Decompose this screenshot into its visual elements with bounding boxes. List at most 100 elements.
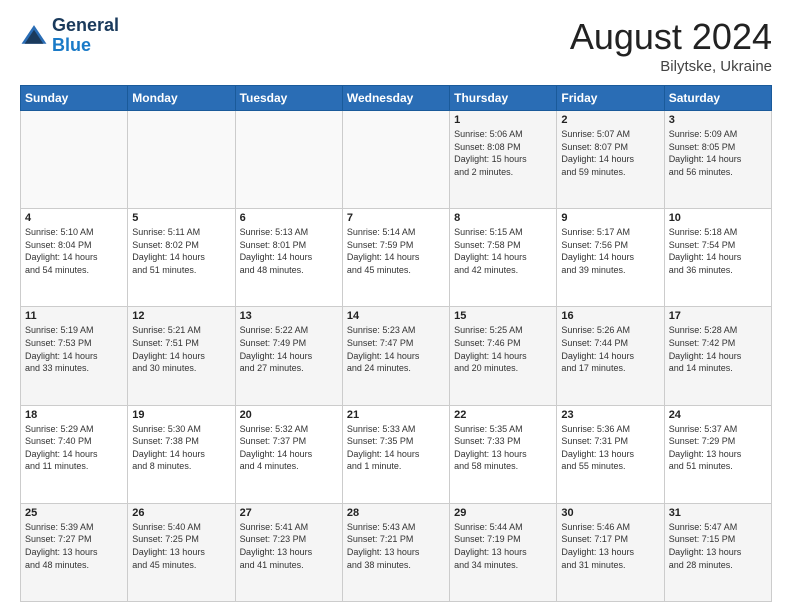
weekday-friday: Friday (557, 86, 664, 111)
day-info: Sunrise: 5:37 AMSunset: 7:29 PMDaylight:… (669, 423, 767, 473)
day-info: Sunrise: 5:09 AMSunset: 8:05 PMDaylight:… (669, 128, 767, 178)
day-info: Sunrise: 5:30 AMSunset: 7:38 PMDaylight:… (132, 423, 230, 473)
title-block: August 2024 Bilytske, Ukraine (570, 16, 772, 75)
day-number: 12 (132, 310, 230, 322)
day-cell: 2 Sunrise: 5:07 AMSunset: 8:07 PMDaylight… (557, 111, 664, 209)
day-number: 26 (132, 507, 230, 519)
day-info: Sunrise: 5:29 AMSunset: 7:40 PMDaylight:… (25, 423, 123, 473)
day-info: Sunrise: 5:19 AMSunset: 7:53 PMDaylight:… (25, 324, 123, 374)
day-number: 6 (240, 212, 338, 224)
logo-text: General Blue (52, 16, 119, 56)
weekday-saturday: Saturday (664, 86, 771, 111)
day-info: Sunrise: 5:41 AMSunset: 7:23 PMDaylight:… (240, 521, 338, 571)
week-row-4: 18 Sunrise: 5:29 AMSunset: 7:40 PMDayligh… (21, 405, 772, 503)
day-info: Sunrise: 5:44 AMSunset: 7:19 PMDaylight:… (454, 521, 552, 571)
day-info: Sunrise: 5:36 AMSunset: 7:31 PMDaylight:… (561, 423, 659, 473)
day-info: Sunrise: 5:25 AMSunset: 7:46 PMDaylight:… (454, 324, 552, 374)
day-info: Sunrise: 5:40 AMSunset: 7:25 PMDaylight:… (132, 521, 230, 571)
day-number: 2 (561, 114, 659, 126)
day-cell: 15 Sunrise: 5:25 AMSunset: 7:46 PMDayligh… (450, 307, 557, 405)
weekday-wednesday: Wednesday (342, 86, 449, 111)
day-info: Sunrise: 5:10 AMSunset: 8:04 PMDaylight:… (25, 226, 123, 276)
weekday-tuesday: Tuesday (235, 86, 342, 111)
day-number: 8 (454, 212, 552, 224)
day-cell: 18 Sunrise: 5:29 AMSunset: 7:40 PMDayligh… (21, 405, 128, 503)
day-info: Sunrise: 5:11 AMSunset: 8:02 PMDaylight:… (132, 226, 230, 276)
day-cell (128, 111, 235, 209)
day-number: 11 (25, 310, 123, 322)
day-number: 19 (132, 409, 230, 421)
day-cell (235, 111, 342, 209)
day-number: 24 (669, 409, 767, 421)
day-info: Sunrise: 5:35 AMSunset: 7:33 PMDaylight:… (454, 423, 552, 473)
day-info: Sunrise: 5:07 AMSunset: 8:07 PMDaylight:… (561, 128, 659, 178)
day-info: Sunrise: 5:23 AMSunset: 7:47 PMDaylight:… (347, 324, 445, 374)
day-info: Sunrise: 5:46 AMSunset: 7:17 PMDaylight:… (561, 521, 659, 571)
day-cell: 25Sunrise: 5:39 AMSunset: 7:27 PMDayligh… (21, 503, 128, 601)
day-number: 18 (25, 409, 123, 421)
day-number: 31 (669, 507, 767, 519)
day-cell: 10 Sunrise: 5:18 AMSunset: 7:54 PMDayligh… (664, 209, 771, 307)
day-number: 23 (561, 409, 659, 421)
day-cell: 20 Sunrise: 5:32 AMSunset: 7:37 PMDayligh… (235, 405, 342, 503)
day-number: 22 (454, 409, 552, 421)
weekday-thursday: Thursday (450, 86, 557, 111)
day-number: 7 (347, 212, 445, 224)
day-info: Sunrise: 5:32 AMSunset: 7:37 PMDaylight:… (240, 423, 338, 473)
logo-line1: General (52, 16, 119, 36)
week-row-3: 11 Sunrise: 5:19 AMSunset: 7:53 PMDayligh… (21, 307, 772, 405)
day-number: 25 (25, 507, 123, 519)
weekday-sunday: Sunday (21, 86, 128, 111)
week-row-5: 25Sunrise: 5:39 AMSunset: 7:27 PMDayligh… (21, 503, 772, 601)
day-number: 15 (454, 310, 552, 322)
day-cell: 6 Sunrise: 5:13 AMSunset: 8:01 PMDaylight… (235, 209, 342, 307)
day-cell: 27 Sunrise: 5:41 AMSunset: 7:23 PMDayligh… (235, 503, 342, 601)
day-cell: 16 Sunrise: 5:26 AMSunset: 7:44 PMDayligh… (557, 307, 664, 405)
day-cell: 5 Sunrise: 5:11 AMSunset: 8:02 PMDaylight… (128, 209, 235, 307)
day-cell: 24 Sunrise: 5:37 AMSunset: 7:29 PMDayligh… (664, 405, 771, 503)
day-cell: 28 Sunrise: 5:43 AMSunset: 7:21 PMDayligh… (342, 503, 449, 601)
day-number: 30 (561, 507, 659, 519)
day-info: Sunrise: 5:13 AMSunset: 8:01 PMDaylight:… (240, 226, 338, 276)
day-info: Sunrise: 5:18 AMSunset: 7:54 PMDaylight:… (669, 226, 767, 276)
day-cell: 14 Sunrise: 5:23 AMSunset: 7:47 PMDayligh… (342, 307, 449, 405)
day-cell: 4Sunrise: 5:10 AMSunset: 8:04 PMDaylight… (21, 209, 128, 307)
week-row-2: 4Sunrise: 5:10 AMSunset: 8:04 PMDaylight… (21, 209, 772, 307)
calendar: SundayMondayTuesdayWednesdayThursdayFrid… (20, 85, 772, 602)
weekday-monday: Monday (128, 86, 235, 111)
day-number: 5 (132, 212, 230, 224)
day-info: Sunrise: 5:33 AMSunset: 7:35 PMDaylight:… (347, 423, 445, 473)
day-cell: 1 Sunrise: 5:06 AMSunset: 8:08 PMDaylight… (450, 111, 557, 209)
week-row-1: 1 Sunrise: 5:06 AMSunset: 8:08 PMDaylight… (21, 111, 772, 209)
day-number: 16 (561, 310, 659, 322)
day-number: 3 (669, 114, 767, 126)
day-number: 28 (347, 507, 445, 519)
day-cell (21, 111, 128, 209)
day-info: Sunrise: 5:14 AMSunset: 7:59 PMDaylight:… (347, 226, 445, 276)
day-cell: 22 Sunrise: 5:35 AMSunset: 7:33 PMDayligh… (450, 405, 557, 503)
logo-icon (20, 22, 48, 50)
page: General Blue August 2024 Bilytske, Ukrai… (0, 0, 792, 612)
day-number: 10 (669, 212, 767, 224)
day-number: 21 (347, 409, 445, 421)
location-title: Bilytske, Ukraine (570, 58, 772, 75)
day-info: Sunrise: 5:21 AMSunset: 7:51 PMDaylight:… (132, 324, 230, 374)
day-number: 14 (347, 310, 445, 322)
day-cell: 17 Sunrise: 5:28 AMSunset: 7:42 PMDayligh… (664, 307, 771, 405)
day-cell: 11 Sunrise: 5:19 AMSunset: 7:53 PMDayligh… (21, 307, 128, 405)
day-info: Sunrise: 5:26 AMSunset: 7:44 PMDaylight:… (561, 324, 659, 374)
logo-line2: Blue (52, 36, 119, 56)
day-cell: 21 Sunrise: 5:33 AMSunset: 7:35 PMDayligh… (342, 405, 449, 503)
day-info: Sunrise: 5:28 AMSunset: 7:42 PMDaylight:… (669, 324, 767, 374)
day-number: 27 (240, 507, 338, 519)
header: General Blue August 2024 Bilytske, Ukrai… (20, 16, 772, 75)
day-number: 1 (454, 114, 552, 126)
day-info: Sunrise: 5:22 AMSunset: 7:49 PMDaylight:… (240, 324, 338, 374)
day-number: 29 (454, 507, 552, 519)
day-number: 20 (240, 409, 338, 421)
day-info: Sunrise: 5:06 AMSunset: 8:08 PMDaylight:… (454, 128, 552, 178)
day-number: 17 (669, 310, 767, 322)
day-cell: 29 Sunrise: 5:44 AMSunset: 7:19 PMDayligh… (450, 503, 557, 601)
day-info: Sunrise: 5:43 AMSunset: 7:21 PMDaylight:… (347, 521, 445, 571)
day-cell: 26 Sunrise: 5:40 AMSunset: 7:25 PMDayligh… (128, 503, 235, 601)
